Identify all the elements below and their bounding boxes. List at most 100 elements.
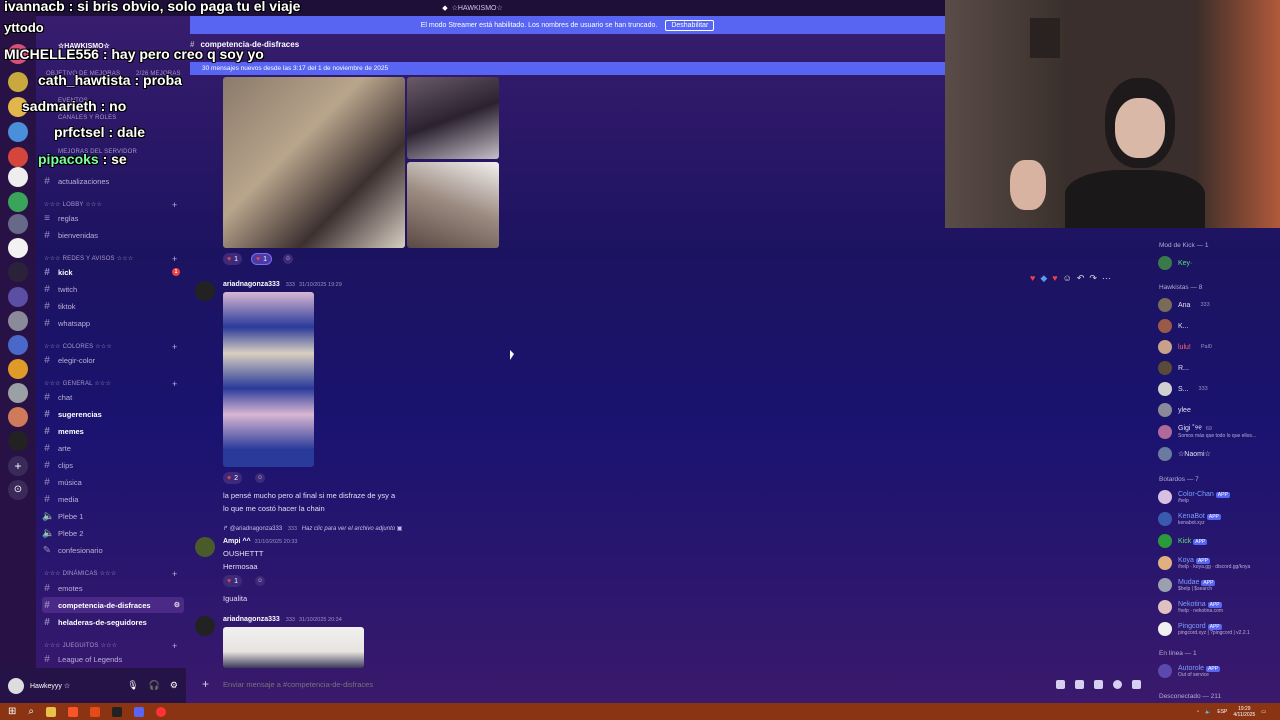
heart-icon[interactable]: ♥ (1030, 273, 1035, 283)
headphones-icon[interactable]: 🎧 (149, 680, 160, 691)
brave-browser-icon[interactable] (68, 706, 78, 717)
add-channel-icon[interactable]: + (172, 200, 177, 210)
category-colores[interactable]: ☆☆☆ COLORES ☆☆☆ + (44, 342, 177, 352)
member-item[interactable]: Koya APP/help · koya.gg · discord.gg/koya (1158, 554, 1250, 572)
explore-icon[interactable]: ⊙ (8, 480, 28, 500)
add-reaction-icon[interactable]: ☺ (1063, 273, 1072, 283)
avatar[interactable] (8, 677, 24, 694)
channel-reglas[interactable]: ≡ reglas (42, 210, 184, 226)
channel-sugerencias[interactable]: # sugerencias (42, 406, 184, 422)
reaction-heart[interactable]: ♥ 1 (223, 253, 243, 265)
notifications-icon[interactable]: ▭ (1261, 709, 1266, 715)
channel-media[interactable]: # media (42, 491, 184, 507)
server-icon[interactable] (8, 262, 28, 282)
voice-channel-plebe-2[interactable]: 🔈 Plebe 2 (42, 525, 184, 541)
attachment-image[interactable] (407, 77, 499, 159)
media-icon[interactable] (156, 706, 166, 717)
server-icon[interactable] (8, 122, 28, 142)
member-item[interactable]: Ana 333 (1158, 296, 1210, 314)
add-reaction-icon[interactable]: ☺ (255, 576, 265, 586)
member-item[interactable]: Autorole APP Out of service (1158, 662, 1221, 680)
wifi-icon[interactable]: ◔ (1196, 709, 1199, 715)
server-icon[interactable] (8, 335, 28, 355)
channel-arte[interactable]: # arte (42, 440, 184, 456)
member-item[interactable]: Key· (1158, 254, 1192, 272)
member-item[interactable]: ylee (1158, 401, 1191, 419)
channel-league-of-legends[interactable]: # League of Legends (42, 651, 184, 667)
member-item[interactable]: lulu! Pal0 (1158, 338, 1212, 356)
attachment-image[interactable] (223, 77, 405, 248)
reaction-heart[interactable]: ♥ 1 (251, 253, 273, 265)
member-item[interactable]: R... (1158, 359, 1189, 377)
add-channel-icon[interactable]: + (172, 254, 177, 264)
attachment-image[interactable] (407, 162, 499, 248)
channel-kick[interactable]: # kick 1 (42, 264, 184, 280)
language-indicator[interactable]: ESP (1217, 709, 1227, 715)
server-icon[interactable] (8, 167, 28, 187)
server-icon[interactable] (8, 311, 28, 331)
category-general[interactable]: ☆☆☆ GENERAL ☆☆☆ + (44, 379, 177, 389)
server-icon[interactable] (8, 431, 28, 451)
microphone-icon[interactable]: 🎙 (127, 680, 138, 691)
server-icon[interactable] (8, 359, 28, 379)
channel-whatsapp[interactable]: # whatsapp (42, 315, 184, 331)
server-icon[interactable] (8, 287, 28, 307)
message-author[interactable]: ariadnagonza333 333 31/10/2025 20:34 (223, 616, 342, 623)
category-lobby[interactable]: ☆☆☆ LOBBY ☆☆☆ + (44, 200, 177, 210)
message-input[interactable] (223, 679, 924, 689)
category-jueguitos[interactable]: ☆☆☆ JUEGUITOS ☆☆☆ + (44, 641, 177, 651)
diamond-icon[interactable]: ◆ (1040, 273, 1047, 284)
member-item[interactable]: Pingcord APP pingcord.xyz | ?pingcord | v2… (1158, 620, 1250, 638)
forward-icon[interactable]: ↷ (1089, 273, 1097, 284)
disable-streamer-button[interactable]: Deshabilitar (665, 19, 715, 31)
windows-start-icon[interactable]: ⊞ (8, 706, 16, 717)
server-icon[interactable] (8, 72, 28, 92)
channel-bienvenidas[interactable]: # bienvenidas (42, 227, 184, 243)
attachment-image[interactable] (223, 627, 364, 668)
channel-musica[interactable]: # música (42, 474, 184, 490)
member-item[interactable]: K... (1158, 317, 1189, 335)
category-dinamicas[interactable]: ☆☆☆ DINÁMICAS ☆☆☆ + (44, 569, 177, 579)
obs-icon[interactable] (112, 706, 122, 717)
channel-confesionario[interactable]: ✎ confesionario (42, 542, 184, 558)
reaction-heart[interactable]: ♥ 1 (223, 575, 243, 587)
new-messages-bar[interactable]: 30 mensajes nuevos desde las 3:17 del 1 … (190, 62, 945, 75)
avatar[interactable] (195, 616, 215, 636)
channel-actualizaciones[interactable]: # actualizaciones (42, 173, 184, 189)
channel-competencia-de-disfraces[interactable]: # competencia-de-disfraces ⚙ (42, 597, 184, 613)
add-reaction-icon[interactable]: ☺ (255, 473, 265, 483)
voice-channel-plebe-1[interactable]: 🔈 Plebe 1 (42, 508, 184, 524)
channel-elegir-color[interactable]: # elegir-color (42, 352, 184, 368)
server-icon[interactable] (8, 214, 28, 234)
message-author[interactable]: ariadnagonza333 333 31/10/2025 19:29 (223, 281, 342, 288)
add-server-icon[interactable]: + (8, 456, 28, 476)
sticker-icon[interactable] (1094, 679, 1103, 689)
server-icon[interactable] (8, 147, 28, 167)
channel-heladeras[interactable]: # heladeras-de-seguidores (42, 614, 184, 630)
member-item[interactable]: S... 333 (1158, 380, 1208, 398)
attachment-image[interactable] (223, 292, 314, 467)
member-item[interactable]: Mudae APP $help | $search (1158, 576, 1216, 594)
member-item[interactable]: Kick APP (1158, 532, 1208, 550)
emoji-icon[interactable] (1113, 679, 1122, 689)
file-explorer-icon[interactable] (46, 706, 56, 717)
clock[interactable]: 19:29 4/11/2025 (1233, 706, 1255, 718)
settings-icon[interactable]: ⚙ (174, 601, 184, 609)
gift-icon[interactable] (1056, 679, 1065, 689)
server-icon[interactable] (8, 407, 28, 427)
add-channel-icon[interactable]: + (172, 569, 177, 579)
avatar[interactable] (195, 281, 215, 301)
volume-icon[interactable]: 🔈 (1205, 709, 1211, 715)
channel-twitch[interactable]: # twitch (42, 281, 184, 297)
member-item[interactable]: Nekotina APP !help · nekotina.com (1158, 598, 1223, 616)
discord-icon[interactable] (134, 706, 144, 717)
more-icon[interactable]: ⋯ (1102, 273, 1111, 284)
app-icon[interactable] (90, 706, 100, 717)
channel-chat[interactable]: # chat (42, 389, 184, 405)
channel-emotes[interactable]: # emotes (42, 580, 184, 596)
member-item[interactable]: Color-Chan APP/help (1158, 488, 1230, 506)
server-icon[interactable] (8, 192, 28, 212)
reply-preview[interactable]: ↱ @ariadnagonza333 333 Haz clic para ver… (223, 525, 402, 532)
reaction-heart[interactable]: ♥ 2 (223, 472, 243, 484)
gear-icon[interactable]: ⚙ (170, 680, 178, 691)
